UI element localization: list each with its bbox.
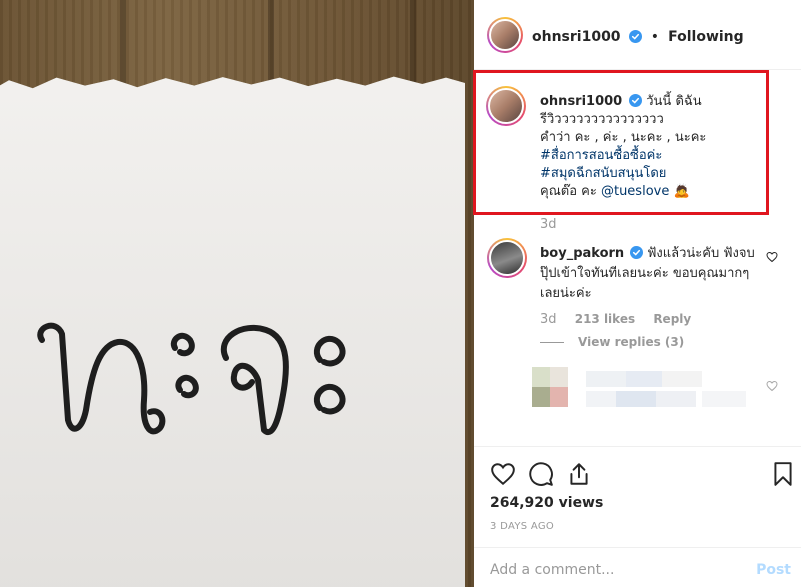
caption-timestamp[interactable]: 3d	[540, 217, 557, 232]
post-header: ohnsri1000 • Following	[474, 0, 801, 70]
heart-small-icon[interactable]	[766, 380, 778, 392]
heart-small-icon[interactable]	[766, 251, 778, 263]
separator-dot: •	[650, 29, 660, 45]
caption-line: คำว่า คะ , ค่ะ , นะคะ , นะคะ	[540, 130, 707, 145]
author-username[interactable]: ohnsri1000	[532, 29, 621, 45]
mention-link[interactable]: @tueslove	[601, 184, 669, 199]
handwritten-word-image	[37, 322, 346, 435]
caption-line: คุณต๊อ คะ	[540, 184, 597, 199]
comment-meta: 3d 213 likes Reply	[540, 312, 705, 327]
caption-avatar[interactable]	[486, 86, 526, 126]
verified-icon	[628, 30, 642, 43]
comment-icon[interactable]	[528, 461, 554, 487]
caption-text: ohnsri1000 วันนี้ ดิฉัน รีวิววววววววววววว…	[540, 93, 760, 201]
hashtag-link[interactable]: #สื่อการสอนซื้อซื้อค่ะ	[540, 148, 662, 163]
comment-input[interactable]: Add a comment...	[490, 562, 614, 578]
share-icon[interactable]	[566, 461, 592, 487]
pixelated-comment	[532, 367, 752, 409]
action-bar: 264,920 views 3 DAYS AGO Add a comment..…	[474, 446, 801, 586]
caption-line: วันนี้ ดิฉัน	[646, 94, 702, 109]
heart-icon[interactable]	[490, 461, 516, 487]
verified-icon	[629, 94, 643, 107]
post-button[interactable]: Post	[756, 562, 791, 578]
post-media[interactable]	[0, 0, 474, 587]
commenter-username[interactable]: boy_pakorn	[540, 246, 624, 261]
comment-timestamp[interactable]: 3d	[540, 312, 557, 327]
post-date[interactable]: 3 DAYS AGO	[490, 521, 554, 532]
bookmark-icon[interactable]	[770, 461, 796, 487]
add-comment-bar: Add a comment... Post	[474, 547, 801, 587]
view-count[interactable]: 264,920 views	[490, 495, 603, 511]
bowing-emoji: 🙇	[673, 184, 690, 199]
commenter-avatar[interactable]	[487, 238, 527, 278]
hashtag-link[interactable]: #สมุดฉีกสนับสนุนโดย	[540, 166, 666, 181]
following-button[interactable]: Following	[668, 29, 744, 45]
comment-text: boy_pakorn ฟังแล้วน่ะคับ ฟังจบปุ๊ปเข้าใจท…	[540, 244, 756, 304]
caption-line: รีวิววววววววววววววว	[540, 112, 664, 127]
view-replies-link[interactable]: View replies (3)	[540, 335, 684, 349]
reply-button[interactable]: Reply	[653, 312, 691, 326]
author-avatar[interactable]	[487, 17, 523, 53]
caption-username[interactable]: ohnsri1000	[540, 94, 622, 109]
comment-likes[interactable]: 213 likes	[575, 312, 635, 326]
verified-icon	[630, 246, 644, 259]
